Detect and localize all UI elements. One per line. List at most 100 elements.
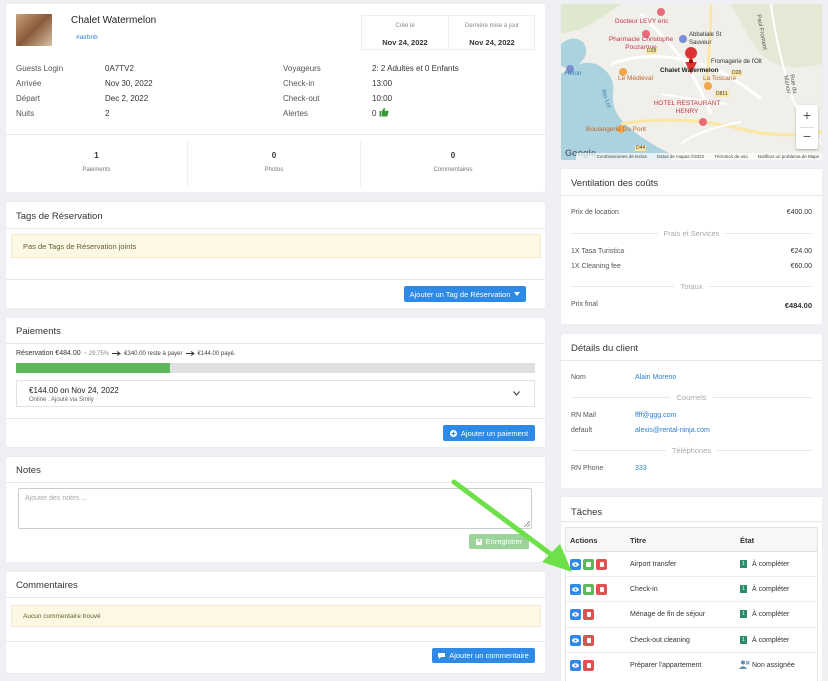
client-name-value[interactable]: Alain Moreno [635,374,676,381]
map-label-chalet: Chalet Watermelon [660,67,719,74]
stat-comments-count: 0 [450,151,456,160]
task-row[interactable]: Airport transfer 1 À compléter [566,552,817,577]
map-label-abbatiale: Abbatiale St Sauveur [689,31,744,47]
delete-button[interactable] [583,635,594,646]
email-1-value[interactable]: alexis@rental-ninja.com [635,427,710,434]
phones-header: Téléphones [561,446,822,455]
delete-button[interactable] [583,660,594,671]
delete-button[interactable] [596,559,607,570]
task-actions [570,609,596,620]
view-button[interactable] [570,660,581,671]
nights-value: 2 [105,109,110,118]
eye-icon [572,587,579,592]
notes-title: Notes [16,465,41,476]
edit-button[interactable] [583,559,594,570]
created-cell: Créé le Nov 24, 2022 [362,16,449,49]
phone-0-value[interactable]: 333 [635,465,647,472]
map-zoom-control: + − [796,105,818,149]
tags-title: Tags de Réservation [16,211,103,222]
comments-footer-divider [6,641,545,642]
zoom-out-button[interactable]: − [796,128,818,144]
alerts-value: 0 [372,109,377,118]
comments-title-divider [6,597,545,598]
summary-pct: ~ 29.75% [83,350,110,357]
map-label-fromagerie: Fromagerie de l'Olt [711,59,762,65]
comment-icon [438,652,446,659]
delete-button[interactable] [583,609,594,620]
flag-icon: 1 [740,560,747,568]
zoom-in-button[interactable]: + [796,107,818,123]
summary-remaining: €340.00 reste à payer [124,350,183,357]
view-button[interactable] [570,635,581,646]
task-title[interactable]: Check-in [630,586,658,593]
annotation-arrow [451,479,572,572]
property-thumbnail[interactable] [16,14,52,46]
costs-title: Ventilation des coûts [571,178,659,189]
fee-1-value: €60.00 [790,263,812,270]
updated-value: Nov 24, 2022 [469,38,515,47]
map-footer-report[interactable]: Notificar un problema de Maps [758,154,819,159]
edit-icon [586,587,591,592]
edit-icon [586,562,591,567]
map-footer-shortcuts[interactable]: Combinaciones de teclas [597,154,647,159]
task-row[interactable]: Ménage de fin de séjour 1 À compléter [566,602,817,628]
checkin-value: 13:00 [372,79,393,88]
view-button[interactable] [570,609,581,620]
fees-header-text: Frais et Services [657,229,726,238]
phone-0-label: RN Phone [571,465,604,472]
task-title[interactable]: Préparer l'appartement [630,662,701,669]
tags-empty-message: Pas de Tags de Réservation joints [11,234,541,258]
final-price-label: Prix final [571,301,598,308]
source-tag[interactable]: #airbnb [76,34,98,41]
map-label-toscane: La Toscane [703,75,737,82]
payments-title-divider [6,343,545,344]
map-panel[interactable]: Docteur LEVY eric Pharmacie Christophe P… [561,4,822,160]
updated-cell: Dernière mise à jour Nov 24, 2022 [449,16,535,49]
add-comment-button[interactable]: Ajouter un commentaire [432,648,535,663]
email-0-value[interactable]: ffff@ggg.com [635,412,676,419]
created-box: Créé le Nov 24, 2022 Dernière mise à jou… [361,15,535,50]
alerts-label: Alertes [283,109,308,118]
add-tag-button[interactable]: Ajouter un Tag de Réservation [404,286,526,302]
map-footer-data: Datos de mapas ©2022 [656,154,705,159]
chevron-down-icon[interactable] [513,391,520,396]
fee-0-label: 1X Tasa Turistica [571,248,625,255]
stat-photos[interactable]: 0 Photos [188,141,361,186]
fees-header: Frais et Services [561,229,822,238]
client-title-divider [561,360,822,361]
stat-comments[interactable]: 0 Commentaires [361,141,545,186]
view-button[interactable] [570,584,581,595]
payment-item-title: €144.00 on Nov 24, 2022 [29,386,119,395]
add-payment-button[interactable]: Ajouter un paiement [443,425,535,441]
property-name[interactable]: Chalet Watermelon [71,15,156,26]
travelers-label: Voyageurs [283,64,321,73]
phones-header-text: Téléphones [665,446,718,455]
map-label-heron: Héron [565,71,582,77]
trash-icon [586,638,591,643]
task-state: À compléter [752,611,790,618]
map-label-d28-b: D28 [731,70,743,76]
stat-comments-label: Commentaires [433,167,473,173]
task-row[interactable]: Check-out cleaning 1 À compléter [566,628,817,653]
map-footer-terms[interactable]: Términos de uso [714,154,748,159]
trash-icon [599,562,604,567]
edit-button[interactable] [583,584,594,595]
trash-icon [599,587,604,592]
checkout-value: 10:00 [372,94,393,103]
task-row[interactable]: Check-in 1 À compléter [566,577,817,602]
task-title[interactable]: Airport transfer [630,561,676,568]
thumbs-up-icon[interactable] [379,107,389,117]
stat-payments-count: 1 [94,151,99,160]
add-comment-label: Ajouter un commentaire [449,651,529,660]
task-state: À compléter [752,637,790,644]
task-row[interactable]: Préparer l'appartement Non assignée [566,653,817,678]
task-title[interactable]: Ménage de fin de séjour [630,611,705,618]
stat-payments[interactable]: 1 Paiements [6,141,188,186]
task-actions [570,660,596,671]
delete-button[interactable] [596,584,607,595]
map-label-abbatiale-text: Abbatiale St Sauveur [689,32,722,46]
rental-price-label: Prix de location [571,209,619,216]
payment-item[interactable]: €144.00 on Nov 24, 2022 Online . Ajouté … [16,380,535,407]
task-title[interactable]: Check-out cleaning [630,637,690,644]
arrow-right-icon [185,351,195,356]
